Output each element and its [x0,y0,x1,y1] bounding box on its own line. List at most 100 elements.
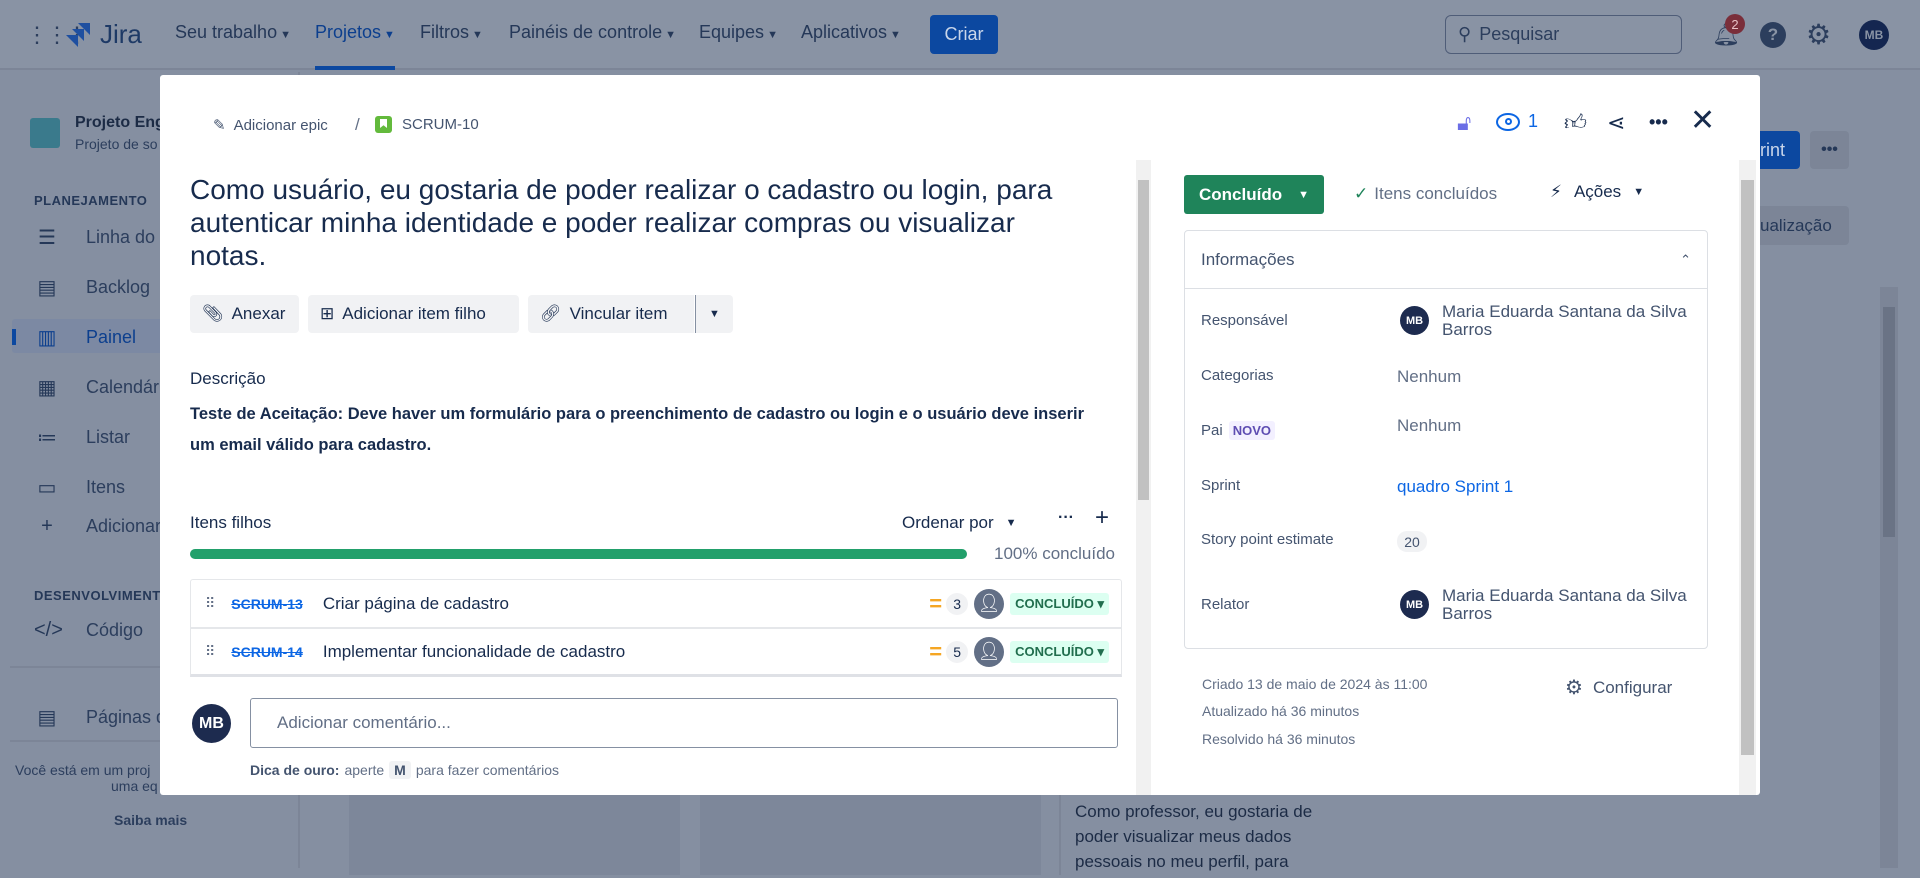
status-lozenge[interactable]: CONCLUÍDO ▾ [1010,640,1109,663]
plus-icon: + [41,515,53,537]
child-issue-key[interactable]: SCRUM-14 [231,644,303,660]
board-card[interactable]: Como professor, eu gostaria de poder vis… [1059,795,1384,875]
project-avatar [30,118,60,148]
pages-icon: ▤ [37,707,57,729]
sidebar-item-calendar[interactable]: ▦ Calendário [34,375,174,400]
unassigned-avatar-icon[interactable]: 👤︎ [974,588,1005,619]
sidebar-item-code[interactable]: </> Código [34,619,143,642]
story-points-label: Story point estimate [1201,531,1334,548]
nav-seu-trabalho[interactable]: Seu trabalho ▼ [175,22,291,43]
child-issue-row[interactable]: ⠿ SCRUM-13 Criar página de cadastro = 3 … [190,579,1122,628]
hierarchy-icon: ⊞ [320,304,335,323]
nav-paineis[interactable]: Painéis de controle ▼ [509,22,676,43]
page-scrollbar[interactable] [1880,287,1898,868]
backlog-icon: ▤ [37,277,57,299]
progress-fill [190,549,967,559]
nav-projetos[interactable]: Projetos ▼ [315,22,395,70]
priority-medium-icon: = [929,590,943,616]
help-icon[interactable]: ? [1760,22,1786,48]
issue-key-link[interactable]: SCRUM-10 [375,116,479,133]
sidebar-item-timeline[interactable]: ☰ Linha do te [34,225,175,250]
jira-logo-icon [66,22,90,47]
paperclip-icon: 📎︎ [202,304,224,323]
settings-icon[interactable]: ⚙ [1806,18,1831,51]
story-icon [375,116,392,133]
product-name: Jira [100,19,142,49]
code-icon: </> [34,619,63,641]
card-text: pessoais no meu perfil, para [1075,852,1289,871]
like-icon[interactable]: 👍︎ [1564,109,1587,136]
add-child-plus-icon[interactable]: + [1095,504,1109,532]
sidebar-item-pages[interactable]: ▤ Páginas de [34,705,177,730]
child-issue-row[interactable]: ⠿ SCRUM-14 Implementar funcionalidade de… [190,628,1122,677]
new-badge: NOVO [1228,421,1275,440]
description-label: Descrição [190,369,266,388]
eye-icon [1496,112,1520,131]
attach-button[interactable]: 📎︎ Anexar [190,295,299,333]
status-dropdown[interactable]: Concluído ▼ [1184,175,1324,214]
user-avatar[interactable]: MB [1859,20,1889,50]
issue-modal: ✎ Adicionar epic / SCRUM-10 🔓︎ 1 👍︎ ⋖ •••… [160,75,1760,795]
chevron-down-icon: ▼ [1633,186,1645,198]
share-icon[interactable]: ⋖ [1607,110,1625,136]
update-button[interactable]: ualização [1760,206,1849,245]
more-icon[interactable]: ••• [1810,131,1849,169]
more-actions-icon[interactable]: ••• [1649,112,1668,133]
priority-medium-icon: = [929,638,943,664]
nav-filtros[interactable]: Filtros ▼ [420,22,483,43]
chevron-up-icon[interactable]: ⌃ [1680,252,1691,268]
actions-menu[interactable]: ⚡︎ Ações ▼ [1550,182,1644,202]
unassigned-avatar-icon[interactable]: 👤︎ [974,636,1005,667]
sidebar-item-backlog[interactable]: ▤ Backlog [34,275,151,300]
status-lozenge[interactable]: CONCLUÍDO ▾ [1010,592,1109,615]
link-issue-button[interactable]: 🔗︎ Vincular item [528,295,694,333]
details-header[interactable]: Informações ⌃ [1185,231,1707,289]
nav-equipes[interactable]: Equipes ▼ [699,22,778,43]
add-child-button[interactable]: ⊞ Adicionar item filho [308,295,519,333]
reporter-value[interactable]: Maria Eduarda Santana da Silva Barros [1442,587,1692,623]
drag-handle-icon[interactable]: ⠿ [205,643,215,660]
left-scrollbar[interactable] [1136,160,1151,795]
sidebar-item-board[interactable]: ▥ Painel [34,325,137,350]
child-issues-label: Itens filhos [190,513,272,532]
sort-by-dropdown[interactable]: Ordenar por ▼ [902,513,1017,533]
chevron-down-icon: ▼ [1005,517,1017,529]
learn-more-link[interactable]: Saiba mais [114,812,187,828]
sidebar-item-issues[interactable]: ▭ Itens [34,475,125,500]
child-issue-summary[interactable]: Implementar funcionalidade de cadastro [323,642,625,662]
breadcrumb-separator: / [355,115,360,134]
drag-handle-icon[interactable]: ⠿ [205,595,215,612]
search-placeholder: Pesquisar [1479,24,1560,44]
sidebar-item-add-view[interactable]: + Adicionar v [34,515,175,538]
story-points-value[interactable]: 20 [1397,531,1427,552]
nav-aplicativos[interactable]: Aplicativos ▼ [801,22,901,43]
list-icon: ≔ [37,427,57,449]
sprint-link[interactable]: quadro Sprint 1 [1397,477,1513,497]
assignee-value[interactable]: Maria Eduarda Santana da Silva Barros [1442,303,1692,339]
description-text[interactable]: Teste de Aceitação: Deve haver um formul… [190,399,1090,461]
configure-button[interactable]: ⚙ Configurar [1565,675,1672,700]
parent-value[interactable]: Nenhum [1397,416,1461,436]
card-text: Como professor, eu gostaria de [1075,802,1313,821]
sidebar-footer-text-2: uma eq [111,778,158,794]
comment-input[interactable]: Adicionar comentário... [250,698,1118,748]
labels-value[interactable]: Nenhum [1397,367,1461,387]
lock-icon[interactable]: 🔓︎ [1457,110,1471,136]
issue-title[interactable]: Como usuário, eu gostaria de poder reali… [190,173,1090,272]
watch-button[interactable]: 1 [1496,111,1538,132]
children-more-icon[interactable]: ··· [1058,509,1074,527]
complete-sprint-button[interactable]: rint [1760,131,1800,169]
child-issue-summary[interactable]: Criar página de cadastro [323,594,509,614]
add-epic-link[interactable]: ✎ Adicionar epic [213,116,328,135]
sidebar-item-list[interactable]: ≔ Listar [34,425,130,450]
project-name[interactable]: Projeto Eng [75,114,165,132]
labels-label: Categorias [1201,367,1274,384]
link-dropdown-chevron-icon[interactable]: ▼ [695,295,733,333]
right-scrollbar[interactable] [1739,160,1756,795]
child-issue-key[interactable]: SCRUM-13 [231,596,303,612]
close-icon[interactable]: ✕ [1690,103,1715,138]
updated-date: Atualizado há 36 minutos [1202,703,1360,719]
create-button[interactable]: Criar [930,15,998,54]
search-input[interactable]: ⚲ Pesquisar [1445,15,1682,54]
jira-logo[interactable]: Jira [66,19,142,50]
